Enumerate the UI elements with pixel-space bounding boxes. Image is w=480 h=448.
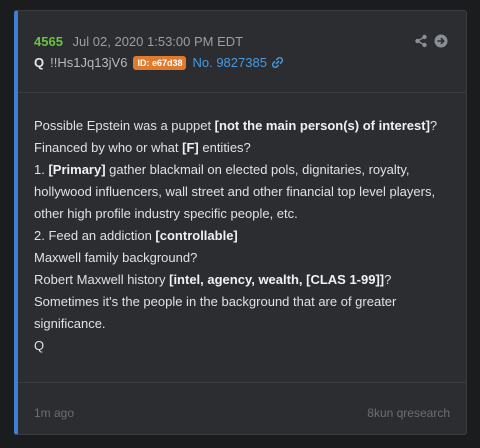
- body-line: 2. Feed an addiction [controllable]: [34, 228, 238, 243]
- post-header: 4565 Jul 02, 2020 1:53:00 PM EDT Q !!Hs1…: [18, 11, 466, 93]
- time-ago: 1m ago: [34, 406, 75, 420]
- post-actions: [414, 34, 448, 48]
- tripcode: !!Hs1Jq13jV6: [50, 55, 128, 70]
- link-icon[interactable]: [271, 56, 284, 69]
- post-body: Possible Epstein was a puppet [not the m…: [18, 93, 466, 383]
- body-line: Maxwell family background?: [34, 250, 198, 265]
- post-footer: 1m ago 8kun qresearch: [34, 406, 450, 420]
- share-icon[interactable]: [414, 34, 428, 48]
- post-author-row: Q !!Hs1Jq13jV6 ID: e67d38 No. 9827385: [34, 55, 284, 70]
- body-line: Sometimes it's the people in the backgro…: [34, 294, 397, 331]
- body-line: 1. [Primary] gather blackmail on elected…: [34, 162, 436, 221]
- post-meta-row: 4565 Jul 02, 2020 1:53:00 PM EDT: [34, 34, 243, 49]
- body-line: Robert Maxwell history [intel, agency, w…: [34, 272, 392, 287]
- post-number-link[interactable]: No. 9827385: [192, 55, 266, 70]
- author-name: Q: [34, 55, 45, 70]
- id-badge: ID: e67d38: [133, 55, 187, 70]
- post-number: 4565: [34, 34, 63, 49]
- post-datetime: Jul 02, 2020 1:53:00 PM EDT: [72, 34, 244, 49]
- body-line: Possible Epstein was a puppet [not the m…: [34, 118, 438, 133]
- arrow-right-circle-icon[interactable]: [434, 34, 448, 48]
- body-signature: Q: [34, 338, 45, 353]
- post-source: 8kun qresearch: [367, 406, 450, 420]
- body-line: Financed by who or what [F] entities?: [34, 140, 251, 155]
- post-card: 4565 Jul 02, 2020 1:53:00 PM EDT Q !!Hs1…: [14, 10, 467, 435]
